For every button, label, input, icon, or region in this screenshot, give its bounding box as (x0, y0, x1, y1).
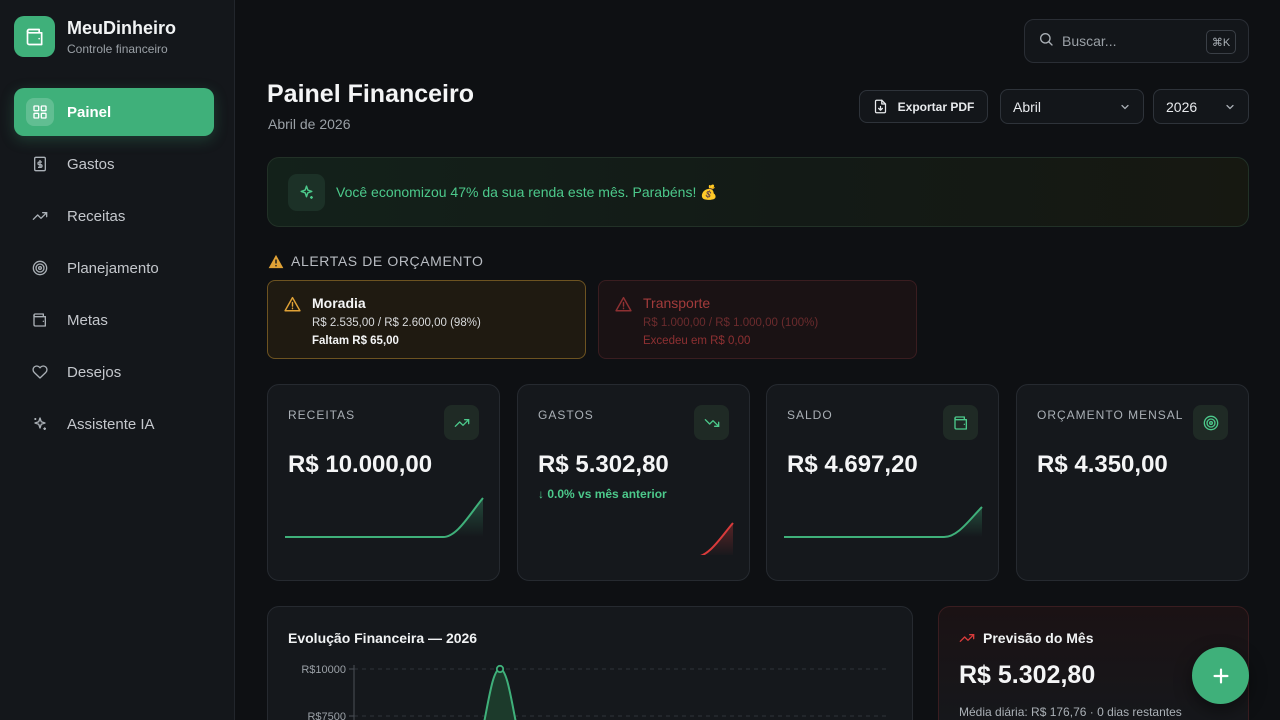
warning-icon (268, 254, 284, 268)
stat-card-saldo[interactable]: SALDO R$ 4.697,20 (766, 384, 999, 581)
brand-subtitle: Controle financeiro (67, 41, 168, 56)
sparkline (285, 497, 484, 538)
page-subtitle: Abril de 2026 (268, 116, 351, 132)
sidebar-item-gastos[interactable]: Gastos (14, 140, 214, 188)
sparkles-icon (26, 410, 54, 438)
forecast-note: Média diária: R$ 176,76 · 0 dias restant… (959, 705, 1182, 719)
brand[interactable]: MeuDinheiro Controle financeiro (14, 16, 176, 57)
search-box[interactable]: ⌘K (1024, 19, 1249, 63)
receipt-icon (26, 150, 54, 178)
sidebar-nav: Painel Gastos Receitas Planejamento Meta… (14, 88, 214, 452)
budget-alerts-heading: ALERTAS DE ORÇAMENTO (268, 253, 483, 269)
trending-up-icon (959, 634, 975, 642)
data-point[interactable] (495, 664, 505, 674)
sidebar: MeuDinheiro Controle financeiro Painel G… (0, 0, 235, 720)
budget-alert-card[interactable]: Transporte R$ 1.000,00 / R$ 1.000,00 (10… (598, 280, 917, 359)
wallet-icon (26, 306, 54, 334)
year-select-value: 2026 (1166, 98, 1198, 115)
evolution-chart: R$10000 R$7500 (301, 664, 888, 720)
heart-icon (26, 358, 54, 386)
sidebar-item-label: Metas (67, 311, 108, 329)
warning-icon (284, 296, 301, 312)
stat-label: GASTOS (538, 408, 594, 422)
savings-message: Você economizou 47% da sua renda este mê… (336, 183, 718, 200)
sparkles-icon (288, 173, 325, 211)
sidebar-item-label: Receitas (67, 207, 126, 225)
alert-category: Transporte (643, 295, 711, 311)
sidebar-item-label: Assistente IA (67, 415, 155, 433)
trending-up-icon (444, 405, 479, 440)
budget-alerts-title: ALERTAS DE ORÇAMENTO (291, 253, 484, 269)
keyboard-shortcut-badge: ⌘K (1206, 30, 1236, 54)
target-icon (1193, 405, 1228, 440)
wallet-icon (14, 16, 55, 57)
sidebar-item-painel[interactable]: Painel (14, 88, 214, 136)
alert-note: Faltam R$ 65,00 (312, 335, 399, 347)
sparkline (700, 522, 734, 555)
month-select-value: Abril (1013, 98, 1042, 115)
sidebar-item-planejamento[interactable]: Planejamento (14, 244, 214, 292)
month-select[interactable]: Abril (1000, 89, 1144, 124)
alert-detail: R$ 1.000,00 / R$ 1.000,00 (100%) (643, 317, 819, 329)
y-tick-label: R$10000 (301, 664, 346, 676)
page-title: Painel Financeiro (267, 80, 475, 108)
savings-banner: Você economizou 47% da sua renda este mê… (267, 157, 1249, 227)
forecast-value: R$ 5.302,80 (959, 661, 1096, 689)
chevron-down-icon (1121, 104, 1129, 109)
sidebar-item-receitas[interactable]: Receitas (14, 192, 214, 240)
forecast-heading: Previsão do Mês (959, 630, 1094, 646)
target-icon (26, 254, 54, 282)
dashboard-icon (26, 98, 54, 126)
sidebar-item-label: Painel (67, 103, 112, 121)
stat-value: R$ 4.350,00 (1037, 451, 1168, 478)
stat-label: ORÇAMENTO MENSAL (1037, 408, 1184, 422)
stat-card-receitas[interactable]: RECEITAS R$ 10.000,00 (267, 384, 500, 581)
sidebar-item-assistente-ia[interactable]: Assistente IA (14, 400, 214, 448)
alert-detail: R$ 2.535,00 / R$ 2.600,00 (98%) (312, 317, 481, 329)
add-transaction-button[interactable] (1192, 647, 1249, 704)
stat-card-gastos[interactable]: GASTOS R$ 5.302,80 ↓ 0.0% vs mês anterio… (517, 384, 750, 581)
export-pdf-label: Exportar PDF (897, 99, 975, 114)
file-download-icon (874, 99, 886, 114)
sidebar-item-desejos[interactable]: Desejos (14, 348, 214, 396)
sidebar-item-metas[interactable]: Metas (14, 296, 214, 344)
sidebar-item-label: Planejamento (67, 259, 159, 277)
y-tick-label: R$7500 (307, 711, 346, 720)
search-input[interactable] (1062, 33, 1192, 49)
trending-down-icon (694, 405, 729, 440)
evolution-chart-panel: Evolução Financeira — 2026 R$10000 R$750… (267, 606, 913, 720)
stat-card-orcamento-mensal[interactable]: ORÇAMENTO MENSAL R$ 4.350,00 (1016, 384, 1249, 581)
sidebar-item-label: Gastos (67, 155, 115, 173)
forecast-title: Previsão do Mês (983, 630, 1094, 646)
stat-value: R$ 10.000,00 (288, 451, 433, 478)
wallet-icon (943, 405, 978, 440)
sidebar-item-label: Desejos (67, 363, 122, 381)
stat-value: R$ 4.697,20 (787, 451, 918, 478)
sparkline (784, 506, 983, 538)
alert-note: Excedeu em R$ 0,00 (643, 335, 751, 347)
brand-name: MeuDinheiro (67, 17, 177, 38)
trending-up-icon (26, 202, 54, 230)
warning-icon (615, 296, 632, 312)
stat-label: SALDO (787, 408, 833, 422)
stat-value: R$ 5.302,80 (538, 451, 669, 478)
year-select[interactable]: 2026 (1153, 89, 1249, 124)
alert-category: Moradia (312, 295, 366, 311)
chevron-down-icon (1226, 104, 1234, 109)
budget-alert-card[interactable]: Moradia R$ 2.535,00 / R$ 2.600,00 (98%) … (267, 280, 586, 359)
plus-icon (1212, 667, 1229, 684)
search-icon (1038, 31, 1054, 52)
export-pdf-button[interactable]: Exportar PDF (859, 90, 988, 123)
stat-label: RECEITAS (288, 408, 356, 422)
